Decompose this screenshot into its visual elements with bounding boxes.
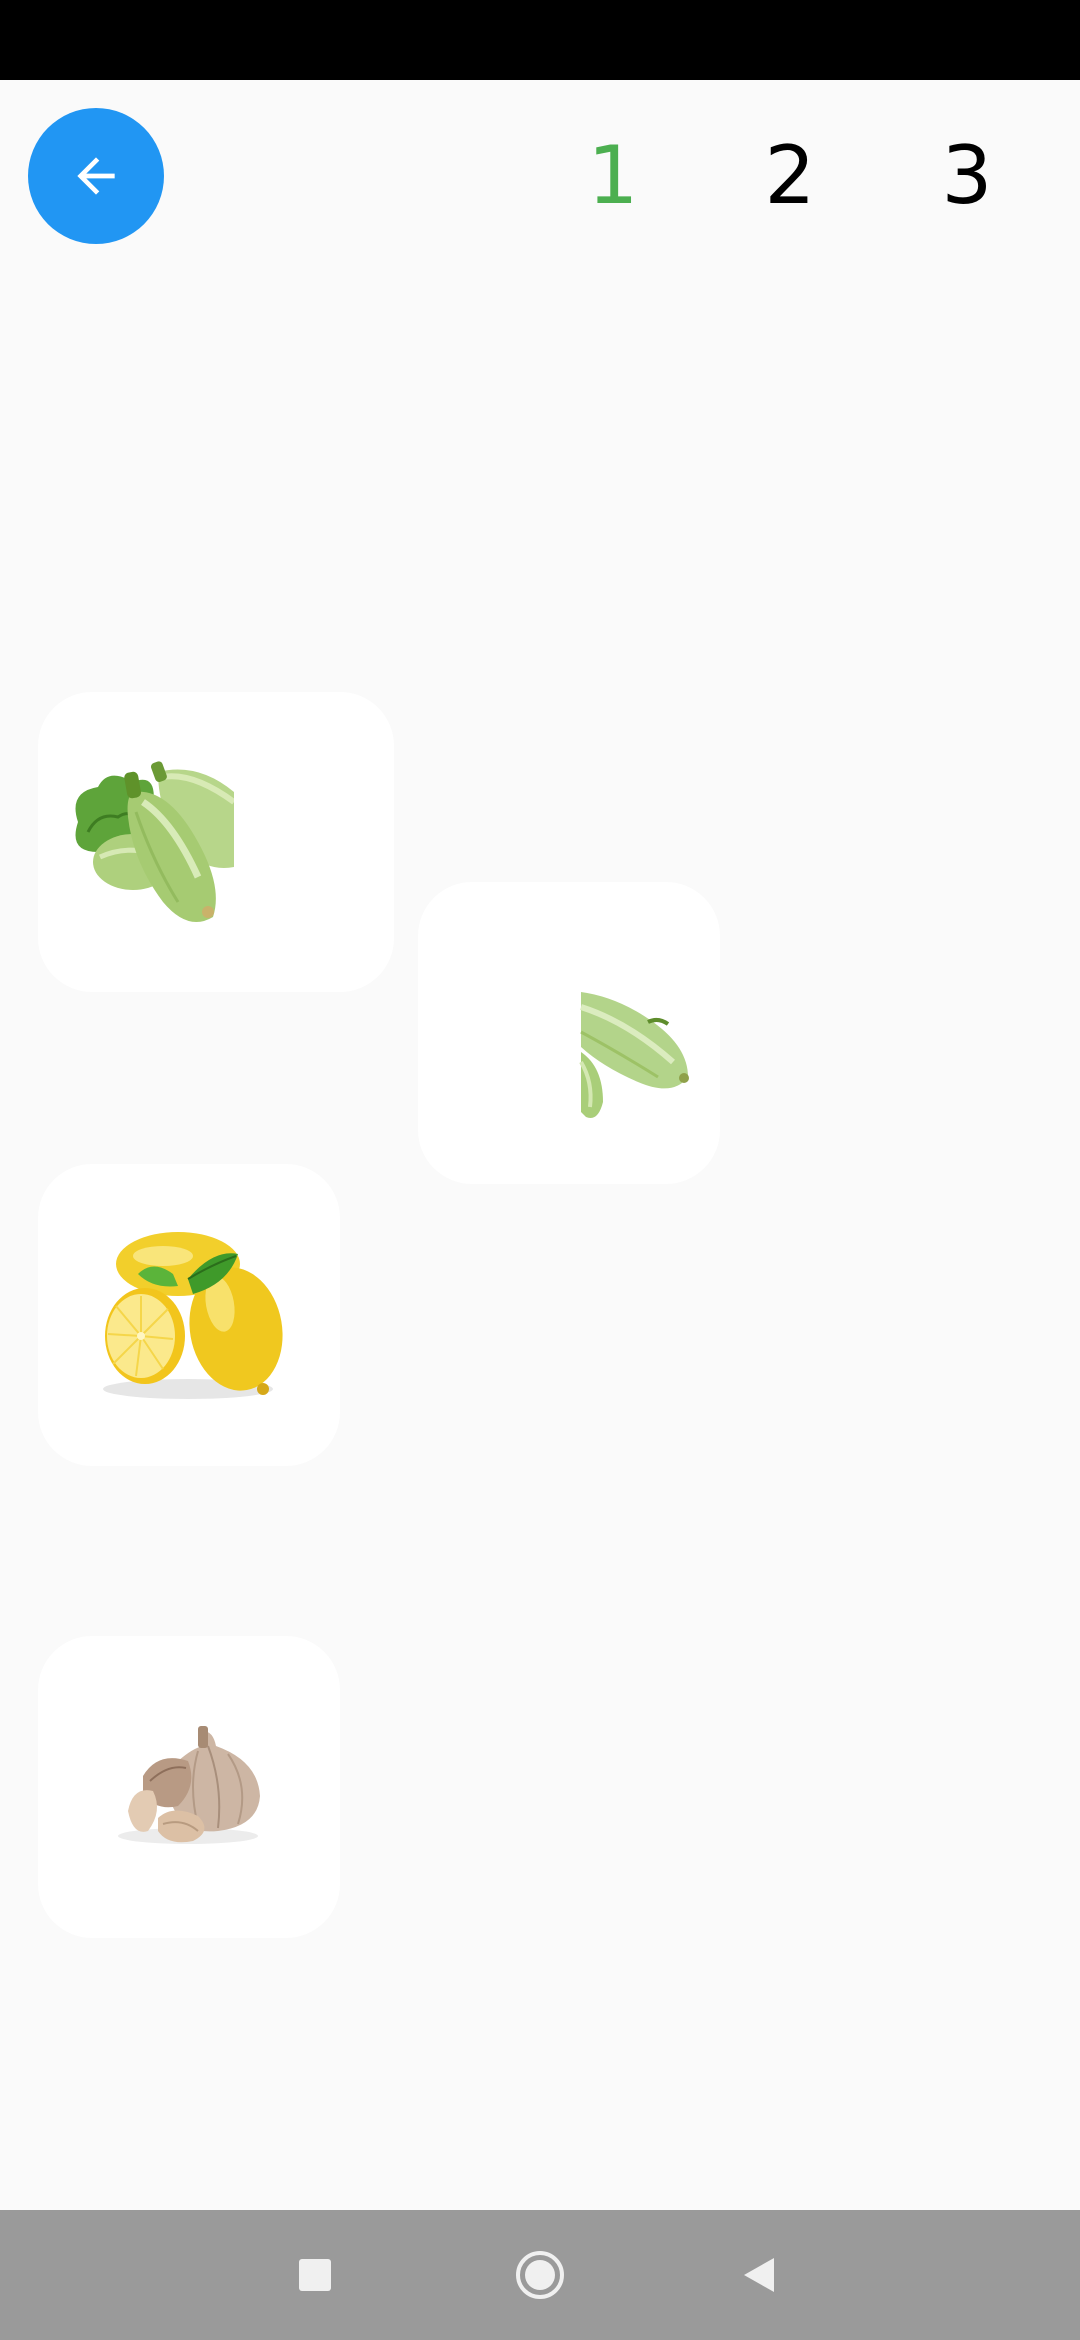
level-tab-3[interactable]: 3 <box>922 128 1012 224</box>
puzzle-piece-garlic[interactable] <box>38 1636 340 1938</box>
puzzle-piece-zucchini-left[interactable] <box>38 692 394 992</box>
level-tab-2[interactable]: 2 <box>745 128 835 224</box>
lemon-image <box>103 1232 283 1399</box>
circle-home-icon[interactable] <box>505 2240 575 2310</box>
square-recents-icon[interactable] <box>280 2240 350 2310</box>
back-button[interactable] <box>28 108 164 244</box>
triangle-back-icon[interactable] <box>725 2240 795 2310</box>
garlic-image <box>118 1726 260 1844</box>
level-tab-1[interactable]: 1 <box>568 128 658 224</box>
status-bar <box>0 0 1080 80</box>
zucchini-image <box>75 692 394 992</box>
arrow-left-icon <box>77 157 115 195</box>
puzzle-piece-lemon[interactable] <box>38 1164 340 1466</box>
puzzle-piece-zucchini-right[interactable] <box>418 882 720 1184</box>
zucchini-image <box>579 992 689 1118</box>
